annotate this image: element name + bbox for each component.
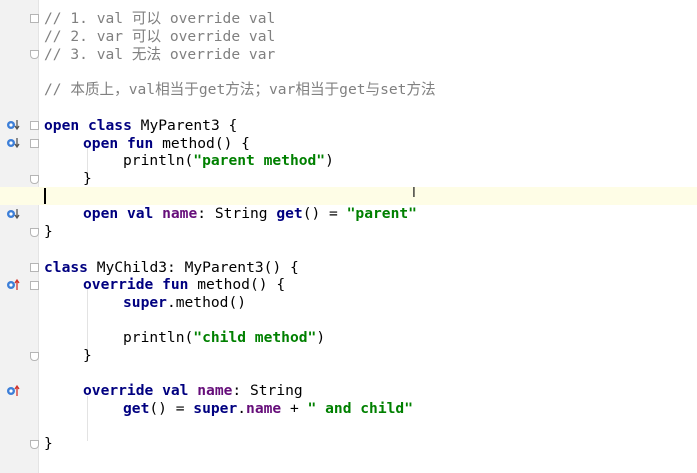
- code-line: open val name: String get() = "parent": [83, 205, 417, 222]
- indent-guide: [87, 289, 88, 353]
- overridden-method-icon[interactable]: [6, 118, 20, 132]
- code-line: }: [83, 170, 92, 187]
- comment-line: // 2. var 可以 override val: [44, 28, 276, 45]
- code-line: open class MyParent3 {: [44, 117, 238, 134]
- code-line: }: [44, 435, 53, 452]
- text-caret: [44, 188, 46, 204]
- code-line: }: [83, 347, 92, 364]
- comment-line: // 本质上，val相当于get方法；var相当于get与set方法: [44, 81, 436, 98]
- overridden-method-icon[interactable]: [6, 136, 20, 150]
- overridden-property-icon[interactable]: [6, 207, 20, 221]
- code-line: println("parent method"): [123, 152, 334, 169]
- code-line: override fun method() {: [83, 276, 286, 293]
- code-editor[interactable]: I // 1. val 可以 override val // 2. var 可以…: [0, 0, 697, 473]
- code-line: println("child method"): [123, 329, 326, 346]
- indent-guide: [87, 396, 88, 441]
- overriding-method-icon[interactable]: [6, 278, 20, 292]
- code-line: super.method(): [123, 294, 247, 311]
- editor-gutter[interactable]: [0, 0, 39, 473]
- comment-line: // 3. val 无法 override var: [44, 46, 276, 63]
- code-line: class MyChild3: MyParent3() {: [44, 259, 299, 276]
- code-line: }: [44, 223, 53, 240]
- code-line: get() = super.name + " and child": [123, 400, 413, 417]
- code-line: open fun method() {: [83, 135, 250, 152]
- overriding-property-icon[interactable]: [6, 384, 20, 398]
- current-line-highlight: [0, 187, 697, 205]
- code-line: override val name: String: [83, 382, 303, 399]
- comment-line: // 1. val 可以 override val: [44, 10, 276, 27]
- mouse-ibeam-cursor: I: [412, 186, 416, 201]
